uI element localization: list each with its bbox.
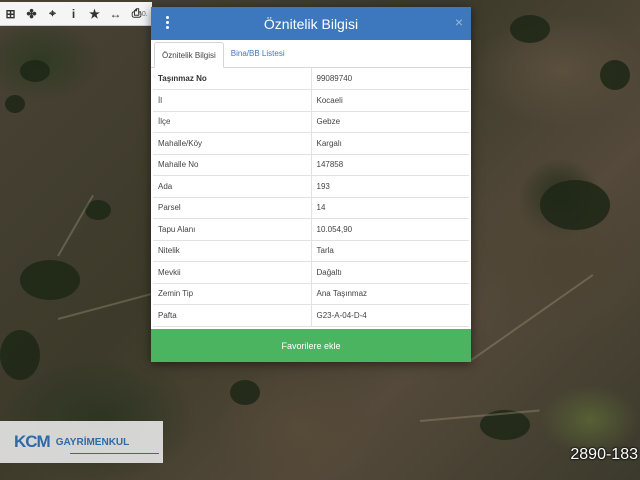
crosshair-icon[interactable]: ⌖ bbox=[42, 2, 63, 26]
company-logo: KCM GAYRİMENKUL bbox=[0, 421, 163, 463]
attribute-key: Mahalle/Köy bbox=[153, 132, 312, 155]
attribute-value: 193 bbox=[311, 175, 469, 198]
attribute-value: Ana Taşınmaz bbox=[311, 283, 469, 305]
table-row: Tapu Alanı 10.054,90 bbox=[153, 218, 469, 241]
table-row: Ada 193 bbox=[153, 175, 469, 198]
attribute-key: Taşınmaz No bbox=[153, 68, 312, 90]
map-toolbar: ⊞ ✤ ⌖ i ★ ↔ ⎙ 40. bbox=[0, 2, 152, 26]
close-icon[interactable]: × bbox=[455, 14, 463, 30]
tab-bar: Öznitelik Bilgisi Bina/BB Listesi bbox=[151, 40, 471, 68]
table-row: Mahalle No 147858 bbox=[153, 154, 469, 176]
table-row: Mahalle/Köy Kargalı bbox=[153, 132, 469, 155]
attribute-value: Gebze bbox=[311, 111, 469, 133]
dialog-title: Öznitelik Bilgisi bbox=[263, 15, 359, 32]
table-row: İl Kocaeli bbox=[153, 89, 469, 112]
table-row: Nitelik Tarla bbox=[153, 240, 469, 262]
info-icon[interactable]: i bbox=[63, 2, 84, 26]
attribute-value: 14 bbox=[311, 197, 469, 219]
attribute-key: İlçe bbox=[153, 111, 312, 133]
attribute-value: Tarla bbox=[311, 240, 469, 262]
attribute-value: 99089740 bbox=[311, 68, 469, 90]
attribute-info-dialog: Öznitelik Bilgisi × Öznitelik Bilgisi Bi… bbox=[151, 7, 471, 362]
menu-icon[interactable] bbox=[163, 16, 171, 32]
attribute-key: Parsel bbox=[153, 197, 312, 219]
dialog-header: Öznitelik Bilgisi × bbox=[151, 7, 471, 40]
coordinate-readout: 40. bbox=[138, 11, 148, 18]
add-to-favorites-button[interactable]: Favorilere ekle bbox=[151, 329, 471, 362]
attribute-value: 147858 bbox=[311, 154, 469, 176]
listing-number: 2890-183 bbox=[570, 446, 638, 463]
grid-icon[interactable]: ⊞ bbox=[0, 2, 21, 26]
attribute-key: Nitelik bbox=[153, 240, 312, 262]
attribute-key: Mevkii bbox=[153, 261, 312, 284]
attribute-key: Pafta bbox=[153, 304, 312, 327]
attribute-key: Zemin Tip bbox=[153, 283, 312, 305]
table-row: Mevkii Dağaltı bbox=[153, 261, 469, 284]
attribute-value: Kocaeli bbox=[311, 89, 469, 112]
table-row: İlçe Gebze bbox=[153, 111, 469, 133]
attribute-key: Tapu Alanı bbox=[153, 218, 312, 241]
attribute-value: G23-A-04-D-4 bbox=[311, 304, 469, 327]
attribute-table: Taşınmaz No 99089740 İl Kocaeli İlçe Gebze Mah… bbox=[153, 68, 469, 327]
measure-icon[interactable]: ↔ bbox=[105, 2, 126, 26]
logo-text: GAYRİMENKUL bbox=[55, 436, 130, 448]
attribute-value: Dağaltı bbox=[311, 261, 469, 284]
tab-building-list[interactable]: Bina/BB Listesi bbox=[224, 41, 292, 67]
tab-attribute-info[interactable]: Öznitelik Bilgisi bbox=[154, 42, 224, 68]
attribute-value: Kargalı bbox=[311, 132, 469, 155]
logo-mark: KCM bbox=[14, 432, 51, 451]
attribute-key: Ada bbox=[153, 175, 312, 198]
attribute-key: Mahalle No bbox=[153, 154, 312, 176]
table-row: Zemin Tip Ana Taşınmaz bbox=[153, 283, 469, 305]
attribute-key: İl bbox=[153, 89, 312, 112]
table-row: Taşınmaz No 99089740 bbox=[153, 68, 469, 90]
star-icon[interactable]: ★ bbox=[84, 2, 105, 26]
table-row: Pafta G23-A-04-D-4 bbox=[153, 304, 469, 327]
pan-icon[interactable]: ✤ bbox=[21, 2, 42, 26]
attribute-value: 10.054,90 bbox=[311, 218, 469, 241]
table-row: Parsel 14 bbox=[153, 197, 469, 219]
